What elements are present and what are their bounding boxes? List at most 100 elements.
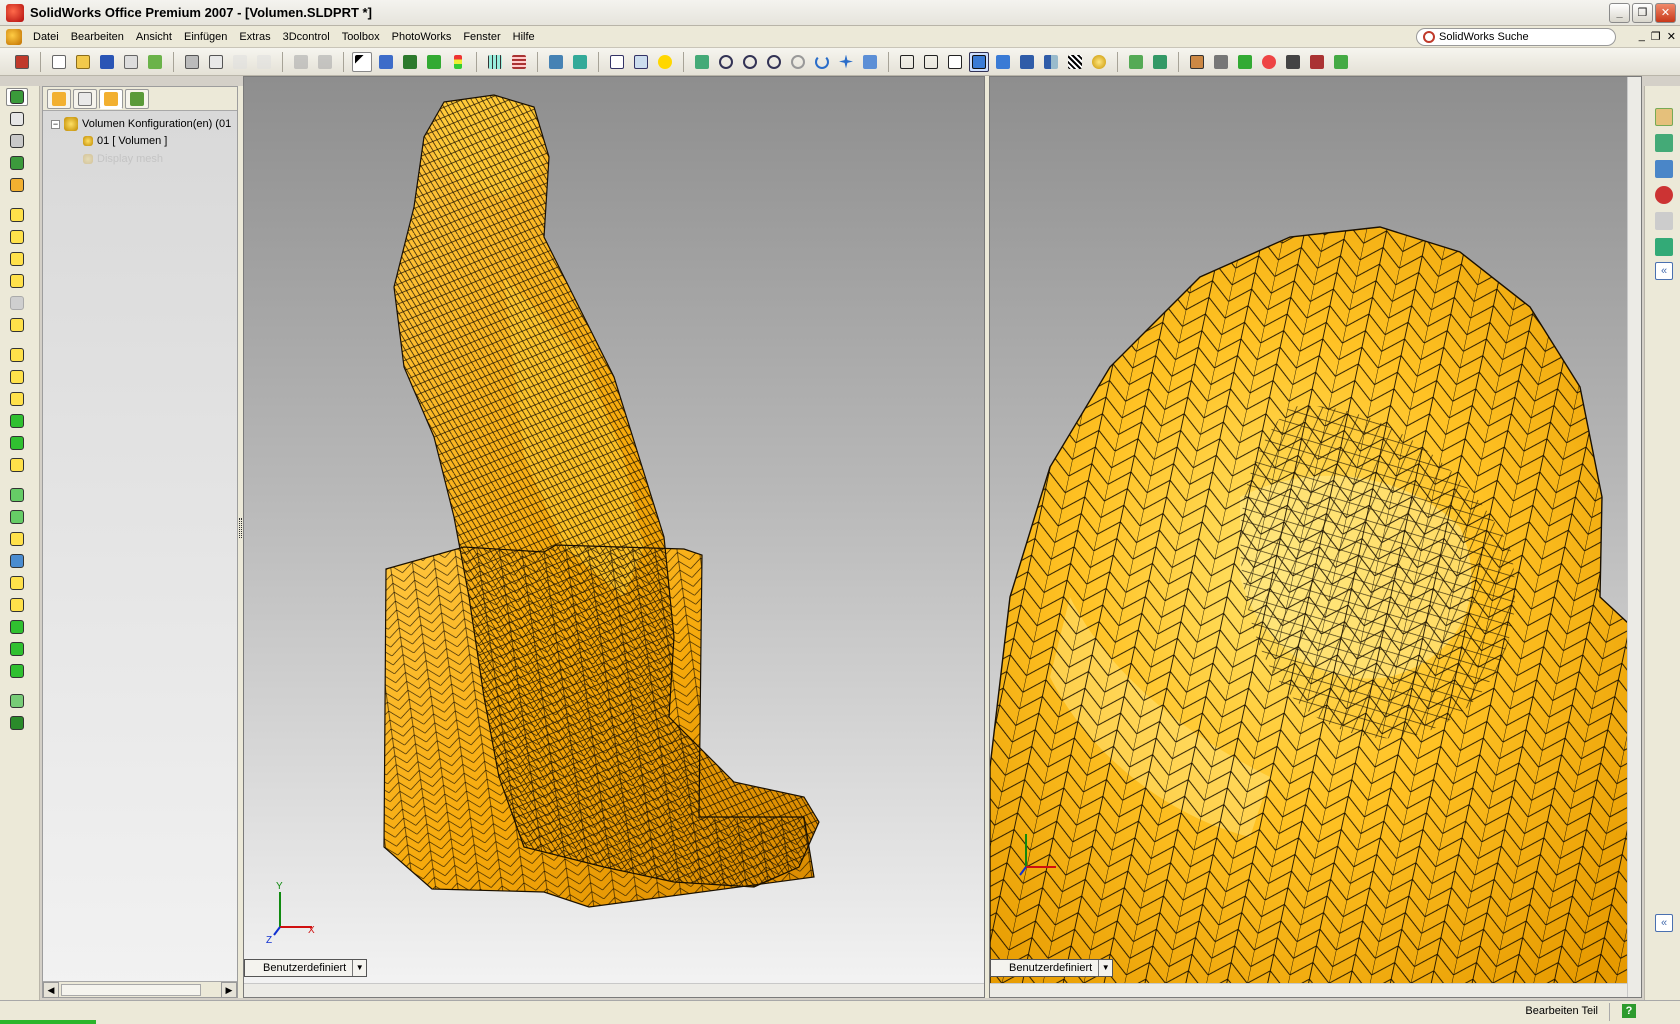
viewport-left-hscroll[interactable]: [244, 983, 984, 997]
line-tool-icon[interactable]: [6, 110, 28, 128]
properties-icon[interactable]: [121, 52, 141, 72]
print-icon[interactable]: [182, 52, 202, 72]
flag-icon[interactable]: [570, 52, 590, 72]
tree-child-row[interactable]: 01 [ Volumen ]: [83, 135, 167, 147]
tree-ghost-row[interactable]: Display mesh: [83, 153, 163, 165]
zoom-selection-icon[interactable]: [764, 52, 784, 72]
lofted-cut-icon[interactable]: [6, 412, 28, 430]
extrude-boss-icon[interactable]: [6, 206, 28, 224]
menu-einfuegen[interactable]: Einfügen: [178, 27, 233, 47]
tab-property-manager[interactable]: [73, 89, 97, 109]
pan-icon[interactable]: [836, 52, 856, 72]
dome-icon[interactable]: [6, 618, 28, 636]
rebuild-icon[interactable]: [12, 52, 32, 72]
paste-icon[interactable]: [254, 52, 274, 72]
scene-icon[interactable]: [1187, 52, 1207, 72]
decals-icon[interactable]: [1259, 52, 1279, 72]
camera-icon[interactable]: [1211, 52, 1231, 72]
draft-icon[interactable]: [6, 316, 28, 334]
restore-button[interactable]: ❐: [1632, 3, 1653, 23]
swept-cut-icon[interactable]: [6, 390, 28, 408]
viewport-right-hscroll[interactable]: [990, 983, 1641, 997]
graphics-viewport-right[interactable]: Benutzerdefiniert ▼: [989, 76, 1642, 998]
menu-datei[interactable]: Datei: [27, 27, 65, 47]
design-library-icon[interactable]: [1655, 134, 1673, 152]
doc-close-button[interactable]: ✕: [1667, 30, 1676, 43]
graphics-viewport-left[interactable]: X Y Z Benutzerdefiniert ▼: [243, 76, 985, 998]
expand-panel-icon[interactable]: «: [1655, 914, 1673, 932]
collapse-toggle[interactable]: −: [51, 119, 60, 129]
view-palette-icon[interactable]: [1655, 212, 1673, 230]
menu-toolbox[interactable]: Toolbox: [336, 27, 386, 47]
revolve-boss-icon[interactable]: [6, 228, 28, 246]
close-button[interactable]: ✕: [1655, 3, 1676, 23]
plane-icon[interactable]: [6, 176, 28, 194]
mirror-icon[interactable]: [6, 530, 28, 548]
hidden-lines-visible-icon[interactable]: [921, 52, 941, 72]
chevron-down-icon[interactable]: ▼: [352, 960, 366, 976]
curves-icon[interactable]: [6, 154, 28, 172]
statue-head-zoom-view[interactable]: [990, 77, 1642, 998]
zoom-in-out-icon[interactable]: [740, 52, 760, 72]
rib-icon[interactable]: [6, 456, 28, 474]
menu-photoworks[interactable]: PhotoWorks: [386, 27, 458, 47]
redo-icon[interactable]: [315, 52, 335, 72]
revolve-cut-icon[interactable]: [6, 368, 28, 386]
shaded-with-edges-icon[interactable]: [969, 51, 989, 72]
file-explorer-icon[interactable]: [1655, 160, 1673, 178]
view-orientation-combo-right[interactable]: Benutzerdefiniert ▼: [990, 959, 1114, 977]
curvature-icon[interactable]: [1065, 52, 1085, 72]
view-selector-icon[interactable]: [546, 52, 566, 72]
split-line-icon[interactable]: [6, 574, 28, 592]
home-icon[interactable]: [1655, 108, 1673, 126]
menu-fenster[interactable]: Fenster: [457, 27, 506, 47]
hidden-lines-removed-icon[interactable]: [945, 52, 965, 72]
mesh-tools-icon[interactable]: [1331, 52, 1351, 72]
zoom-fit-icon[interactable]: [692, 52, 712, 72]
shell-icon[interactable]: [6, 434, 28, 452]
menu-extras[interactable]: Extras: [233, 27, 276, 47]
hole-wizard-icon[interactable]: [6, 596, 28, 614]
help-icon[interactable]: ?: [1622, 1004, 1636, 1018]
document-icon[interactable]: [6, 28, 22, 45]
instant3d-icon[interactable]: [6, 692, 28, 710]
scroll-left-button[interactable]: ◀: [43, 982, 59, 998]
sketch-tool-icon[interactable]: [6, 88, 28, 106]
sweep-icon[interactable]: [6, 250, 28, 268]
zoom-previous-icon[interactable]: [788, 52, 808, 72]
reference-geometry-icon[interactable]: [6, 132, 28, 150]
grid-icon[interactable]: [485, 52, 505, 72]
appearance-icon[interactable]: [1307, 52, 1327, 72]
standard-views-icon[interactable]: [860, 52, 880, 72]
rotate-view-icon[interactable]: [812, 52, 832, 72]
shadows-icon[interactable]: [1017, 52, 1037, 72]
select-filter-icon[interactable]: [376, 52, 396, 72]
curve-tool-icon[interactable]: [6, 714, 28, 732]
loft-icon[interactable]: [6, 272, 28, 290]
smart-dimension-icon[interactable]: [424, 52, 444, 72]
list-icon[interactable]: [631, 52, 651, 72]
collapse-panel-icon[interactable]: «: [1655, 262, 1673, 280]
realview-icon[interactable]: [1089, 52, 1109, 72]
tree-root-row[interactable]: − Volumen Konfiguration(en) (01: [51, 117, 231, 131]
materials-icon[interactable]: [1283, 52, 1303, 72]
photoworks-render-icon[interactable]: [1126, 52, 1146, 72]
select-arrow-icon[interactable]: [352, 51, 372, 72]
pattern-icon[interactable]: [509, 52, 529, 72]
print-preview-icon[interactable]: [206, 52, 226, 72]
traffic-light-icon[interactable]: [448, 52, 468, 72]
menu-ansicht[interactable]: Ansicht: [130, 27, 178, 47]
undo-icon[interactable]: [291, 52, 311, 72]
help-question-icon[interactable]: [655, 52, 675, 72]
move-face-icon[interactable]: [6, 552, 28, 570]
circular-pattern-icon[interactable]: [6, 508, 28, 526]
options-icon[interactable]: [145, 52, 165, 72]
linear-pattern-icon[interactable]: [6, 486, 28, 504]
chevron-down-icon[interactable]: ▼: [1098, 960, 1112, 976]
tree-horizontal-scrollbar[interactable]: ◀ ▶: [43, 981, 237, 998]
tab-display-manager[interactable]: [125, 89, 149, 109]
window-layout-icon[interactable]: [607, 52, 627, 72]
statue-model-view[interactable]: X Y Z: [244, 77, 985, 998]
open-folder-icon[interactable]: [73, 52, 93, 72]
menu-bearbeiten[interactable]: Bearbeiten: [65, 27, 130, 47]
